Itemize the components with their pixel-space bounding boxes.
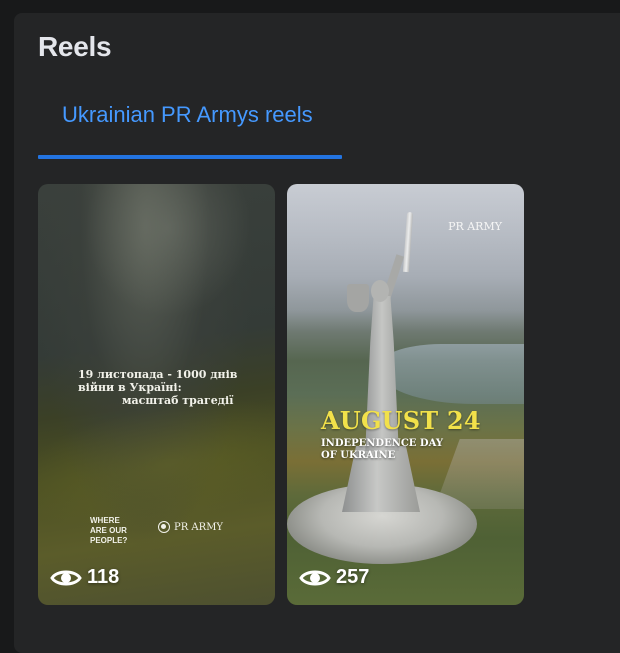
reel-caption-line: масштаб трагедії — [122, 394, 234, 407]
reel-caption: 19 листопада - 1000 днів війни в Україні… — [78, 368, 238, 407]
reel-thumbnail-statue-head — [371, 280, 389, 302]
reel-thumbnail-texture — [78, 184, 258, 324]
reel-tagline-line: PEOPLE? — [90, 536, 128, 545]
reel-brand-text: PR ARMY — [448, 220, 502, 233]
reel-caption-line: 19 листопада - 1000 днів — [78, 368, 238, 381]
reel-subtitle: INDEPENDENCE DAY OF UKRAINE — [321, 438, 443, 462]
tab-ukrainian-pr-armys-reels[interactable]: Ukrainian PR Armys reels — [38, 91, 342, 161]
reel-brand-text: PR ARMY — [174, 521, 224, 533]
reel-tagline-line: ARE OUR — [90, 526, 127, 535]
reel-card[interactable]: PR ARMY AUGUST 24 INDEPENDENCE DAY OF UK… — [287, 184, 524, 605]
reel-brand: PR ARMY — [158, 521, 223, 533]
section-title: Reels — [38, 31, 112, 62]
reel-subtitle-line: OF UKRAINE — [321, 450, 396, 461]
reel-card[interactable]: 19 листопада - 1000 днів війни в Україні… — [38, 184, 275, 605]
views-count: 257 — [336, 566, 370, 588]
active-tab-indicator — [38, 155, 342, 159]
reels-panel: Reels Ukrainian PR Armys reels 19 листоп… — [14, 13, 620, 653]
reel-thumbnail-shield — [347, 284, 369, 312]
eye-icon — [299, 568, 331, 588]
reel-tagline: WHERE ARE OUR PEOPLE? — [90, 516, 150, 546]
reel-subtitle-line: INDEPENDENCE DAY — [321, 438, 443, 449]
reel-view-count: 118 — [50, 566, 119, 589]
reel-view-count: 257 — [299, 566, 369, 589]
reel-tagline-line: WHERE — [90, 516, 120, 525]
tab-label: Ukrainian PR Armys reels — [62, 102, 313, 127]
reel-thumbnail-sword — [402, 211, 414, 273]
views-count: 118 — [87, 566, 120, 588]
reel-caption-line: війни в Україні: — [78, 381, 182, 394]
reel-headline: AUGUST 24 — [321, 406, 481, 435]
eye-icon — [50, 568, 82, 588]
pr-army-logo-icon — [158, 521, 170, 533]
reel-thumbnail-river — [377, 344, 524, 404]
